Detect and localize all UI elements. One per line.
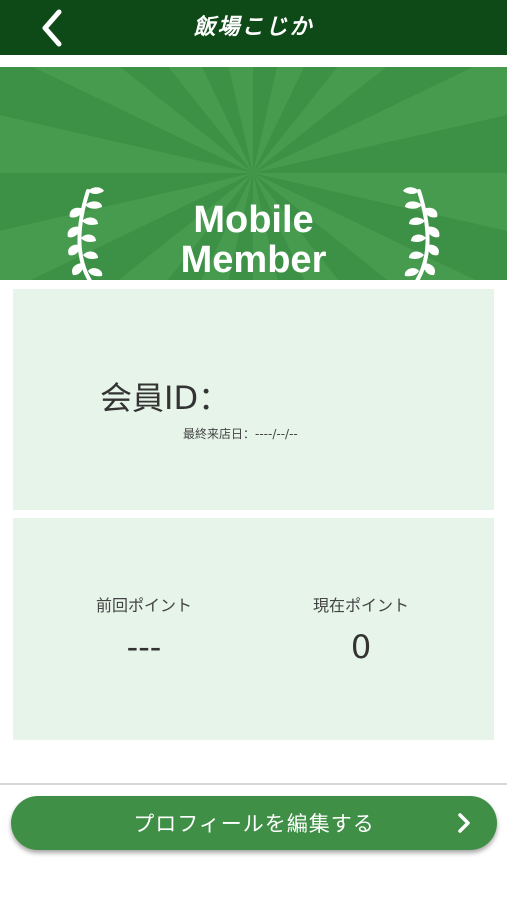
edit-profile-label: プロフィールを編集する [133,812,375,836]
previous-points-value: --- [126,628,162,666]
laurel-right-icon [403,187,440,280]
current-points-value: 0 [350,628,372,666]
last-visit-date: 最終来店日：----/--/-- [183,425,298,442]
app-header: 飯場こじか [0,0,507,55]
member-info-card: 会員ID： 最終来店日：----/--/-- [13,289,494,510]
member-id-label-text: 会員ID： [100,379,231,417]
previous-points-label: 前回ポイント [95,596,192,615]
divider [0,783,507,785]
edit-profile-button[interactable]: プロフィールを編集する [11,796,497,850]
member-banner: Mobile Member [0,67,507,280]
page-title: 飯場こじか [193,15,314,40]
last-visit-value: ----/--/-- [255,427,298,441]
points-card: 前回ポイント --- 現在ポイント 0 [13,518,494,740]
chevron-right-icon [458,813,470,833]
last-visit-label: 最終来店日： [183,427,256,441]
member-id-label: 会員ID： [100,373,230,419]
current-points-label: 現在ポイント [312,596,409,615]
